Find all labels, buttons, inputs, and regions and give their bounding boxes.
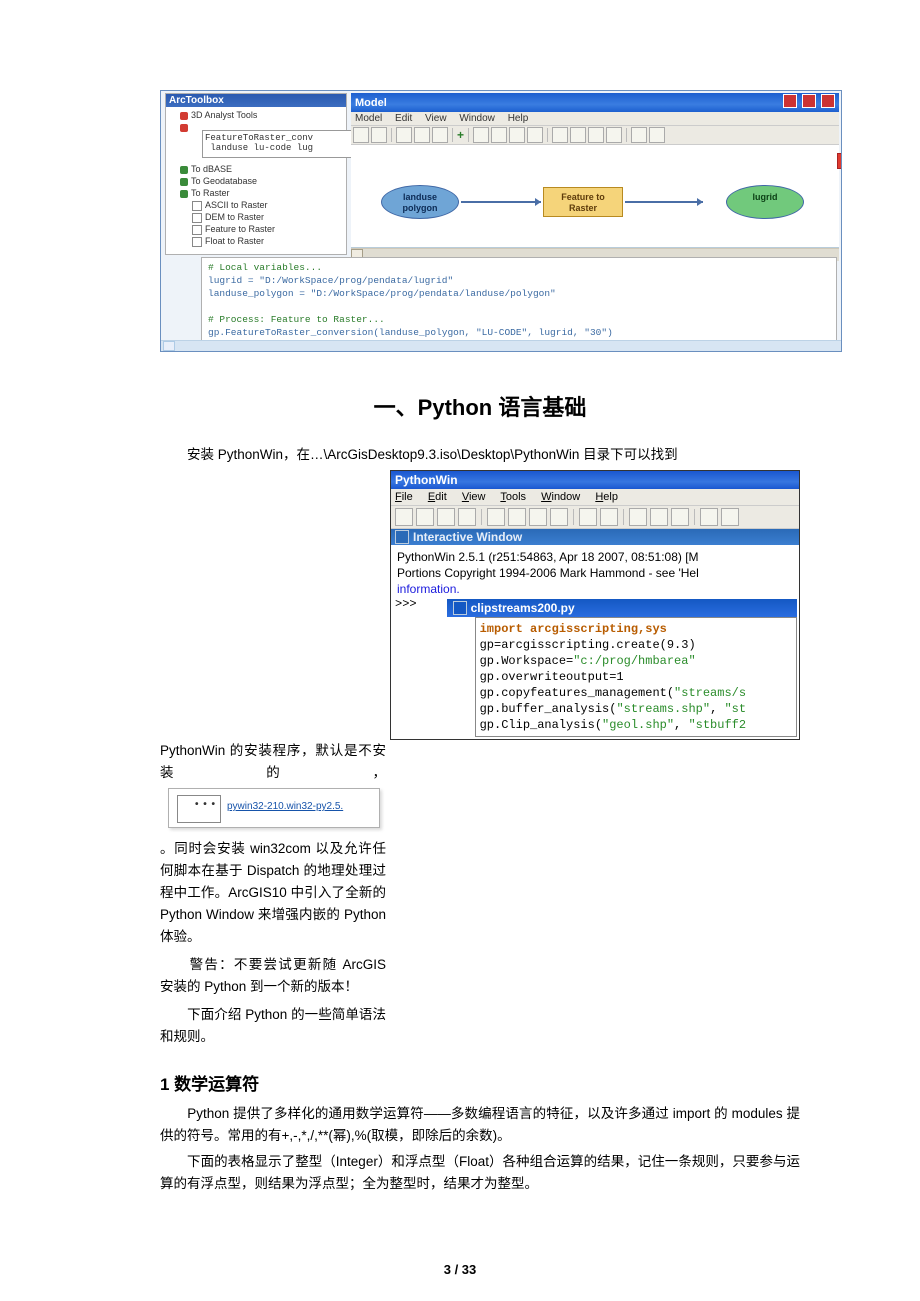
menu-view[interactable]: View	[462, 491, 486, 503]
editor-title: clipstreams200.py	[471, 601, 575, 615]
redo-icon[interactable]	[600, 508, 618, 526]
interactive-window-titlebar: Interactive Window	[391, 529, 799, 545]
undo-icon[interactable]	[579, 508, 597, 526]
tree-item[interactable]: ASCII to Raster	[180, 199, 346, 211]
new-icon[interactable]	[395, 508, 413, 526]
tool-node[interactable]: Feature to Raster	[543, 187, 623, 217]
arctoolbox-title: ArcToolbox	[166, 94, 346, 107]
menu-tools[interactable]: Tools	[500, 491, 526, 503]
zoomin-icon[interactable]	[552, 127, 568, 143]
paste-icon[interactable]	[432, 127, 448, 143]
pythonwin-menubar: File Edit View Tools Window Help	[391, 489, 799, 505]
math-para-2: 下面的表格显示了整型（Integer）和浮点型（Float）各种组合运算的结果，…	[160, 1151, 800, 1195]
page-number: 3 / 33	[0, 1262, 920, 1277]
copy-icon[interactable]	[487, 508, 505, 526]
saveall-icon[interactable]	[458, 508, 476, 526]
left-para-3: 下面介绍 Python 的一些简单语法和规则。	[160, 1004, 386, 1048]
tree-item[interactable]: Feature to Raster	[180, 223, 346, 235]
intro-paragraph: 安装 PythonWin，在…\ArcGisDesktop9.3.iso\Des…	[160, 444, 800, 466]
section-heading: 一、Python 语言基础	[160, 390, 800, 422]
close-icon[interactable]	[837, 153, 842, 169]
copy-icon[interactable]	[414, 127, 430, 143]
tree-item[interactable]: To dBASE	[180, 163, 346, 175]
paste-icon[interactable]	[671, 508, 689, 526]
pythonwin-screenshot: PythonWin File Edit View Tools Window He…	[390, 470, 800, 740]
zoomout-icon[interactable]	[570, 127, 586, 143]
check-icon[interactable]	[529, 508, 547, 526]
pythonwin-title: PythonWin	[395, 473, 458, 487]
tree-item[interactable]: To Geodatabase	[180, 175, 346, 187]
print-icon[interactable]	[721, 508, 739, 526]
tree-item[interactable]: 3D Analyst Tools	[180, 109, 346, 121]
toolbox-icon	[180, 112, 188, 120]
left-para-2: 。同时会安装 win32com 以及允许任何脚本在基于 Dispatch 的地理…	[160, 838, 386, 948]
output-dataset-node[interactable]: lugrid	[726, 185, 804, 219]
menu-window[interactable]: Window	[459, 113, 495, 124]
interactive-window-title: Interactive Window	[413, 530, 522, 544]
close-icon[interactable]	[821, 94, 835, 108]
find-icon[interactable]	[700, 508, 718, 526]
menu-help[interactable]: Help	[508, 113, 529, 124]
step-icon[interactable]	[550, 508, 568, 526]
autolayout-icon[interactable]	[491, 127, 507, 143]
menu-window[interactable]: Window	[541, 491, 580, 503]
model-titlebar: Model	[351, 93, 839, 112]
arcgis-screenshot: ArcToolbox 3D Analyst Tools FeatureToRas…	[160, 90, 842, 352]
installer-screenshot: • • • pywin32-210.win32-py2.5.	[168, 788, 380, 828]
pythonwin-toolbar	[391, 505, 799, 529]
model-title: Model	[355, 97, 387, 109]
connect-icon[interactable]	[649, 127, 665, 143]
model-canvas[interactable]: landuse polygon Feature to Raster lugrid	[351, 145, 839, 248]
open-icon[interactable]	[416, 508, 434, 526]
connector-arrow	[625, 201, 703, 203]
command-preview: FeatureToRaster_conv landuse lu-code lug	[202, 130, 358, 158]
banner-line: PythonWin 2.5.1 (r251:54863, Apr 18 2007…	[397, 549, 793, 565]
arctoolbox-panel: ArcToolbox 3D Analyst Tools FeatureToRas…	[165, 93, 347, 255]
minimize-icon[interactable]	[783, 94, 797, 108]
banner-link[interactable]: information.	[397, 581, 793, 597]
save-icon[interactable]	[353, 127, 369, 143]
input-dataset-node[interactable]: landuse polygon	[381, 185, 459, 219]
menu-edit[interactable]: Edit	[428, 491, 447, 503]
copy2-icon[interactable]	[650, 508, 668, 526]
math-para-1: Python 提供了多样化的通用数学运算符——多数编程语言的特征，以及许多通过 …	[160, 1103, 800, 1147]
menu-file[interactable]: File	[395, 491, 413, 503]
python-prompt: >>>	[391, 597, 417, 611]
python-file-icon	[453, 601, 467, 615]
maximize-icon[interactable]	[802, 94, 816, 108]
installer-filename[interactable]: pywin32-210.win32-py2.5.	[227, 801, 343, 812]
print-icon[interactable]	[371, 127, 387, 143]
subsection-heading: 1 数学运算符	[160, 1070, 800, 1095]
menu-view[interactable]: View	[425, 113, 447, 124]
pan-icon[interactable]	[588, 127, 604, 143]
cut-icon[interactable]	[396, 127, 412, 143]
modelbuilder-window: Model Model Edit View Window Help	[351, 93, 839, 251]
warning-paragraph: 警告：不要尝试更新随 ArcGIS 安装的 Python 到一个新的版本！	[160, 954, 386, 998]
layout-icon[interactable]	[473, 127, 489, 143]
model-toolbar: +	[351, 125, 839, 145]
menu-edit[interactable]: Edit	[395, 113, 412, 124]
python-icon	[395, 530, 409, 544]
editor-body[interactable]: import arcgisscripting,sys gp=arcgisscri…	[475, 617, 797, 737]
banner-line: Portions Copyright 1994-2006 Mark Hammon…	[397, 565, 793, 581]
left-para-1: PythonWin 的安装程序，默认是不安装的，	[160, 740, 386, 784]
tree-item[interactable]: To Raster	[180, 187, 346, 199]
page-scrollbar[interactable]	[161, 340, 841, 351]
installer-icon: • • •	[177, 795, 221, 823]
tree-item[interactable]: DEM to Raster	[180, 211, 346, 223]
add-data-icon[interactable]: +	[457, 128, 464, 142]
run-icon[interactable]	[508, 508, 526, 526]
python-export-code: # Local variables... lugrid = "D:/WorkSp…	[201, 257, 837, 351]
select-icon[interactable]	[631, 127, 647, 143]
menu-model[interactable]: Model	[355, 113, 382, 124]
editor-titlebar: clipstreams200.py	[447, 599, 797, 617]
save-icon[interactable]	[437, 508, 455, 526]
pythonwin-titlebar: PythonWin	[391, 471, 799, 489]
menu-help[interactable]: Help	[595, 491, 618, 503]
tree-item[interactable]: Float to Raster	[180, 235, 346, 247]
interactive-window-body: PythonWin 2.5.1 (r251:54863, Apr 18 2007…	[391, 545, 799, 597]
cut-icon[interactable]	[629, 508, 647, 526]
connector-arrow	[461, 201, 541, 203]
model-menubar: Model Edit View Window Help	[351, 112, 839, 125]
